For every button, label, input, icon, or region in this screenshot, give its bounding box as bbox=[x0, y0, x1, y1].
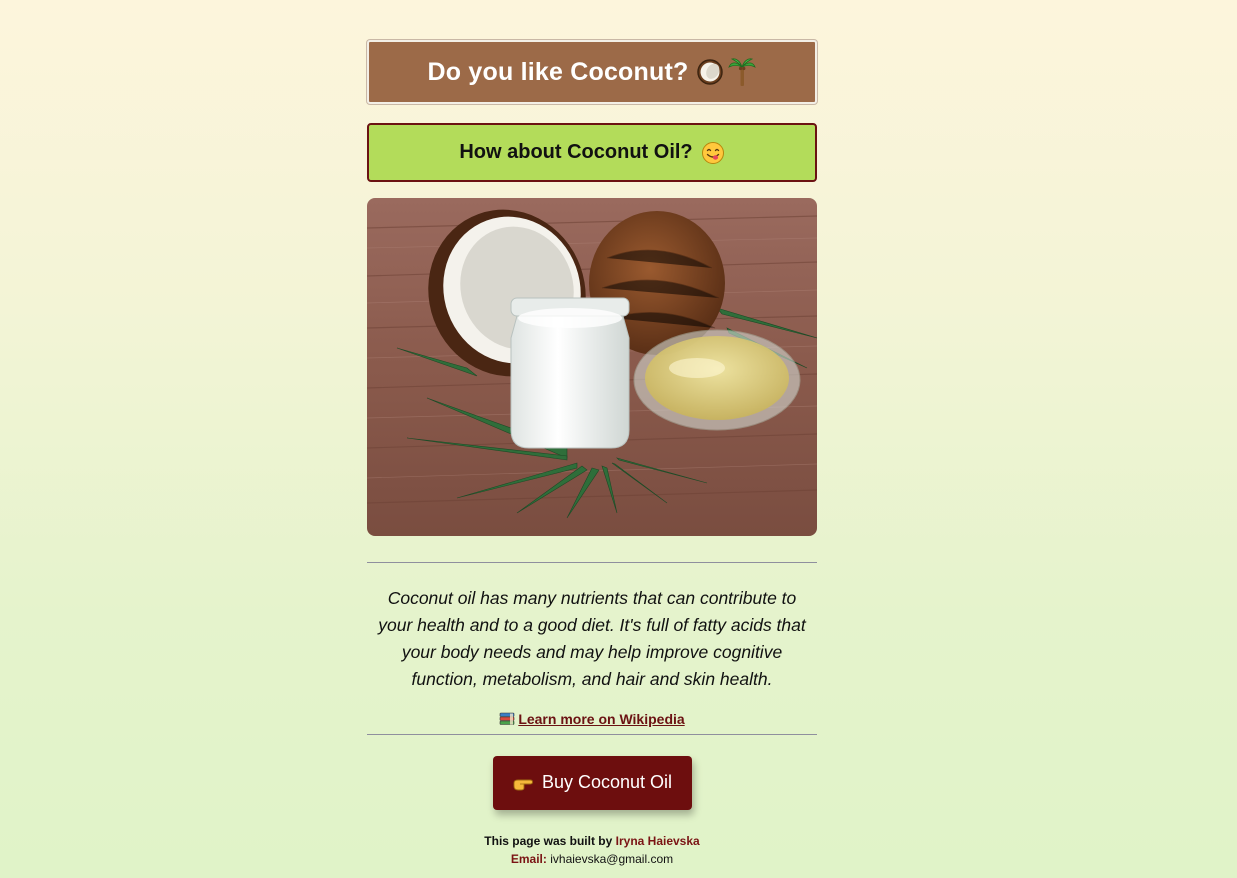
pointing-hand-icon bbox=[513, 779, 533, 790]
title-text: Do you like Coconut? bbox=[427, 57, 689, 86]
buy-wrap: Buy Coconut Oil bbox=[367, 755, 817, 810]
email-label: Email: bbox=[510, 851, 547, 866]
built-by-text: This page was built by bbox=[484, 833, 616, 848]
divider-top bbox=[367, 562, 817, 563]
footer-email: Email: ivhaievska@gmail.com bbox=[367, 850, 817, 868]
wikipedia-link[interactable]: Learn more on Wikipedia bbox=[518, 711, 684, 727]
wiki-line: Learn more on Wikipedia bbox=[367, 711, 817, 727]
coconut-icon bbox=[697, 59, 724, 85]
yum-face-icon bbox=[701, 141, 724, 164]
email-address: ivhaievska@gmail.com bbox=[550, 851, 674, 866]
subtitle-emojis bbox=[701, 141, 725, 165]
coconut-oil-photo bbox=[367, 198, 817, 536]
palm-tree-icon bbox=[728, 58, 757, 86]
footer: This page was built by Iryna Haievska Em… bbox=[367, 832, 817, 868]
page-container: Do you like Coconut? How about Coconut O… bbox=[367, 40, 817, 868]
title-emojis bbox=[696, 57, 757, 87]
page-subtitle: How about Coconut Oil? bbox=[367, 123, 817, 182]
page-title: Do you like Coconut? bbox=[367, 40, 817, 104]
books-icon bbox=[500, 712, 515, 725]
description: Coconut oil has many nutrients that can … bbox=[378, 588, 806, 689]
buy-coconut-oil-button[interactable]: Buy Coconut Oil bbox=[492, 755, 692, 810]
footer-credit: This page was built by Iryna Haievska bbox=[367, 832, 817, 850]
author-link[interactable]: Iryna Haievska bbox=[616, 834, 700, 848]
divider-bottom bbox=[367, 733, 817, 735]
subtitle-text: How about Coconut Oil? bbox=[459, 141, 693, 163]
buy-button-label: Buy Coconut Oil bbox=[541, 772, 673, 792]
